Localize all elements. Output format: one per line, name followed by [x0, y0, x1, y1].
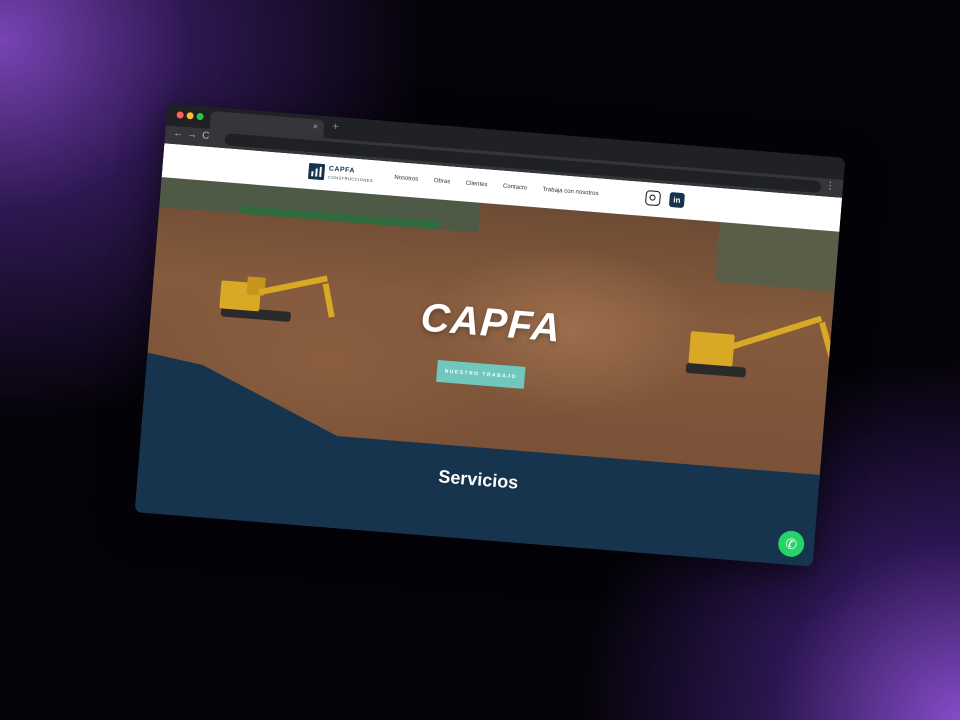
whatsapp-icon[interactable]: ✆ [777, 529, 806, 558]
hero-background-trees [714, 222, 840, 292]
close-window-button[interactable] [176, 111, 184, 119]
nav-item-nosotros[interactable]: Nosotros [394, 175, 418, 183]
nav-item-trabaja[interactable]: Trabaja con nosotros [542, 187, 598, 197]
back-icon[interactable]: ← [173, 128, 184, 140]
tilted-browser-mockup: × + ← → C ⋮ CAPFA CONSTRUCCIONES Nosotro… [134, 103, 846, 567]
tab-close-icon[interactable]: × [313, 121, 319, 131]
linkedin-icon[interactable]: in [668, 191, 686, 209]
nav-item-clientes[interactable]: Clientes [466, 181, 488, 189]
new-tab-icon[interactable]: + [332, 121, 339, 133]
logo-name: CAPFA [328, 165, 356, 175]
reload-icon[interactable]: C [202, 130, 210, 142]
minimize-window-button[interactable] [186, 111, 194, 120]
hero-title: CAPFA [419, 295, 563, 351]
main-nav: Nosotros Obras Clientes Contacto Trabaja… [394, 175, 613, 199]
browser-menu-icon[interactable]: ⋮ [825, 180, 836, 192]
logo-mark-icon [307, 162, 326, 181]
nav-item-obras[interactable]: Obras [434, 178, 451, 185]
forward-icon[interactable]: → [187, 129, 198, 141]
instagram-icon[interactable] [644, 190, 662, 207]
nav-item-contacto[interactable]: Contacto [503, 184, 527, 192]
site-logo[interactable]: CAPFA CONSTRUCCIONES [307, 162, 373, 183]
maximize-window-button[interactable] [196, 112, 204, 121]
browser-window: × + ← → C ⋮ CAPFA CONSTRUCCIONES Nosotro… [134, 103, 846, 567]
page-viewport: CAPFA CONSTRUCCIONES Nosotros Obras Clie… [134, 143, 843, 567]
logo-subtitle: CONSTRUCCIONES [327, 174, 374, 184]
nuestro-trabajo-button[interactable]: NUESTRO TRABAJO [436, 359, 526, 389]
